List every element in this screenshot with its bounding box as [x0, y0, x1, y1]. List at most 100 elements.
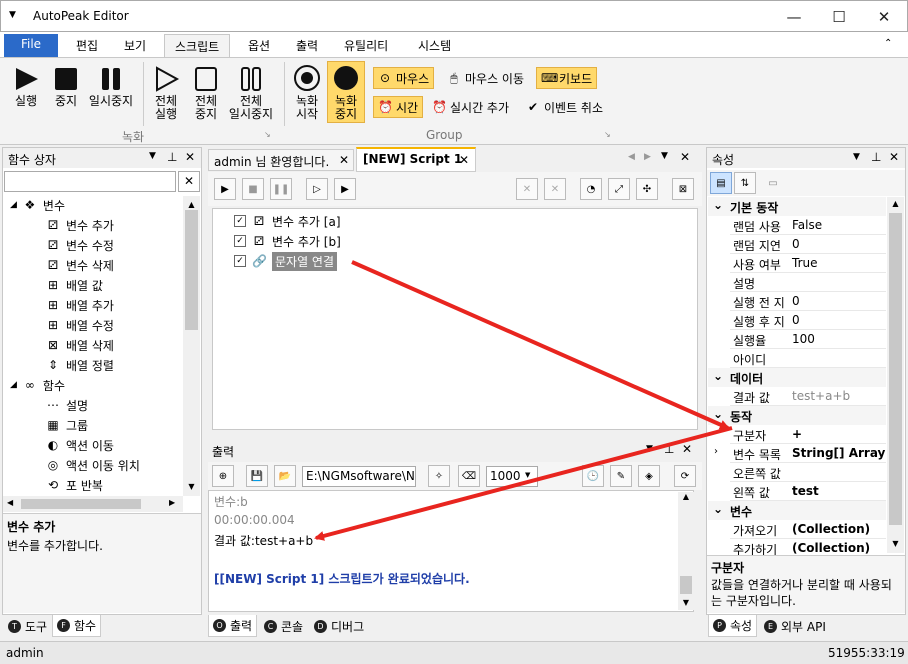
- script-action-item[interactable]: ✓ ⚂ 변수 추가 [b]: [234, 231, 341, 251]
- system-menu-icon[interactable]: ▼: [9, 10, 16, 20]
- scroll-thumb[interactable]: [21, 499, 141, 509]
- mouse-move-toggle[interactable]: 🖱 마우스 이동: [443, 67, 528, 89]
- checkbox[interactable]: ✓: [234, 255, 246, 267]
- expand-icon[interactable]: ›: [714, 446, 718, 457]
- tab-list-icon[interactable]: ▼: [661, 151, 668, 161]
- scroll-up-icon[interactable]: ▲: [887, 199, 904, 208]
- disabled-button[interactable]: ✕: [544, 178, 566, 200]
- eraser-icon[interactable]: ⌫: [458, 465, 480, 487]
- keyboard-toggle[interactable]: ⌨ 키보드: [536, 67, 598, 89]
- run-from-here-button[interactable]: ▶: [334, 178, 356, 200]
- mouse-toggle[interactable]: ⊙ 마우스: [373, 67, 435, 89]
- realtime-add-toggle[interactable]: ⏰ 실시간 추가: [428, 96, 513, 118]
- save-icon[interactable]: 💾: [246, 465, 268, 487]
- close-script-icon[interactable]: ⊠: [672, 178, 694, 200]
- doc-tab-script[interactable]: [NEW] Script 1 ✕: [356, 147, 476, 172]
- collapse-icon[interactable]: ⌄: [713, 198, 723, 212]
- property-row[interactable]: 실행율 100: [730, 330, 886, 349]
- run-button[interactable]: 실행: [8, 66, 44, 108]
- dialog-launcher-icon[interactable]: ↘: [604, 130, 611, 139]
- folder-icon[interactable]: 📂: [274, 465, 296, 487]
- property-category[interactable]: ⌄ 변수: [708, 501, 886, 520]
- tree-item[interactable]: ⚂ 변수 수정: [46, 235, 114, 255]
- close-document-icon[interactable]: ✕: [680, 150, 690, 164]
- close-button[interactable]: ✕: [861, 1, 907, 32]
- tab-scroll-right-icon[interactable]: ▶: [644, 152, 651, 162]
- property-row[interactable]: 실행 전 지0: [730, 292, 886, 311]
- dialog-launcher-icon[interactable]: ↘: [264, 130, 271, 139]
- step-run-button[interactable]: ▷: [306, 178, 328, 200]
- tree-item[interactable]: ⇕ 배열 정렬: [46, 355, 114, 375]
- sort-alpha-icon[interactable]: ⇅: [734, 172, 756, 194]
- property-row[interactable]: 설명: [730, 273, 886, 292]
- close-icon[interactable]: ✕: [185, 150, 195, 164]
- tab-output[interactable]: 출력: [286, 34, 328, 57]
- collapse-icon[interactable]: ✣: [636, 178, 658, 200]
- property-row[interactable]: 사용 여부 True: [730, 254, 886, 273]
- tree-item[interactable]: ⚂ 변수 추가: [46, 215, 114, 235]
- tab-scroll-left-icon[interactable]: ◀: [628, 152, 635, 162]
- clean-icon[interactable]: ✧: [428, 465, 450, 487]
- spinner-down-icon[interactable]: ▼: [525, 471, 530, 479]
- event-cancel-toggle[interactable]: ✔ 이벤트 취소: [522, 96, 607, 118]
- tree-item[interactable]: ⊞ 배열 값: [46, 275, 103, 295]
- tree-item[interactable]: ▦ 그룹: [46, 415, 88, 435]
- property-pages-icon[interactable]: ▭: [762, 172, 784, 194]
- refresh-icon[interactable]: ⟳: [674, 465, 696, 487]
- tree-category[interactable]: ◢ ∞ 함수: [10, 375, 65, 395]
- tab-file[interactable]: File: [4, 34, 58, 57]
- tab-console[interactable]: C 콘솔: [260, 615, 307, 637]
- clock-icon[interactable]: 🕒: [582, 465, 604, 487]
- output-scrollbar[interactable]: ▲ ▼: [678, 492, 694, 610]
- categorized-icon[interactable]: ▤: [710, 172, 732, 194]
- pause-button[interactable]: 일시중지: [86, 66, 136, 108]
- collapse-icon[interactable]: ⌄: [713, 369, 723, 383]
- checkbox[interactable]: ✓: [234, 235, 246, 247]
- scroll-right-icon[interactable]: ▶: [169, 498, 175, 507]
- property-row[interactable]: 가져오기 (Collection): [730, 520, 886, 539]
- run-all-button[interactable]: 전체 실행: [148, 66, 184, 121]
- stop-all-button[interactable]: 전체 중지: [188, 66, 224, 121]
- pin-icon[interactable]: ⊥: [664, 442, 674, 456]
- tree-item[interactable]: ⋯ 설명: [46, 395, 88, 415]
- record-start-button[interactable]: 녹화 시작: [290, 64, 324, 121]
- collapse-icon[interactable]: ⌄: [713, 407, 723, 421]
- tab-options[interactable]: 옵션: [238, 34, 280, 57]
- property-category[interactable]: ⌄ 기본 동작: [708, 197, 886, 216]
- scroll-left-icon[interactable]: ◀: [7, 498, 13, 507]
- close-icon[interactable]: ✕: [889, 150, 899, 164]
- tab-output-log[interactable]: O 출력: [208, 615, 258, 637]
- expand-icon[interactable]: ⤢: [608, 178, 630, 200]
- script-pause-button[interactable]: ❚❚: [270, 178, 292, 200]
- scroll-down-icon[interactable]: ▼: [678, 598, 694, 607]
- script-action-item[interactable]: ✓ 🔗 문자열 연결: [234, 251, 338, 271]
- collapse-ribbon-icon[interactable]: ⌃: [884, 38, 892, 49]
- pin-icon[interactable]: ⊥: [871, 150, 881, 164]
- tab-external-api[interactable]: E 외부 API: [760, 615, 830, 637]
- collapse-icon[interactable]: ⌄: [713, 502, 723, 516]
- tree-scrollbar[interactable]: ▲ ▼: [183, 196, 200, 496]
- property-row[interactable]: 왼쪽 값 test: [730, 482, 886, 501]
- close-tab-icon[interactable]: ✕: [339, 153, 349, 167]
- tab-properties[interactable]: P 속성: [708, 615, 758, 637]
- time-toggle[interactable]: ⏰ 시간: [373, 96, 424, 118]
- tree-item[interactable]: ⚂ 변수 삭제: [46, 255, 114, 275]
- script-run-button[interactable]: ▶: [214, 178, 236, 200]
- tab-script[interactable]: 스크립트: [164, 34, 231, 57]
- minimize-button[interactable]: —: [771, 1, 817, 32]
- property-row[interactable]: 아이디: [730, 349, 886, 368]
- maximize-button[interactable]: ☐: [816, 1, 862, 32]
- dropdown-icon[interactable]: ▼: [646, 444, 653, 454]
- tree-item[interactable]: ◎ 액션 이동 위치: [46, 455, 140, 475]
- close-tab-icon[interactable]: ✕: [459, 153, 469, 167]
- property-row[interactable]: 실행 후 지0: [730, 311, 886, 330]
- script-stop-button[interactable]: ■: [242, 178, 264, 200]
- property-row[interactable]: 랜덤 사용 False: [730, 216, 886, 235]
- log-path-input[interactable]: E:\NGMsoftware\NG: [302, 466, 416, 487]
- dropdown-icon[interactable]: ▼: [853, 152, 860, 162]
- scroll-up-icon[interactable]: ▲: [183, 200, 200, 209]
- expand-icon[interactable]: ◢: [10, 200, 17, 210]
- property-row[interactable]: 랜덤 지연 0: [730, 235, 886, 254]
- tab-debug[interactable]: D 디버그: [310, 615, 368, 637]
- tab-tools[interactable]: T 도구: [4, 615, 51, 637]
